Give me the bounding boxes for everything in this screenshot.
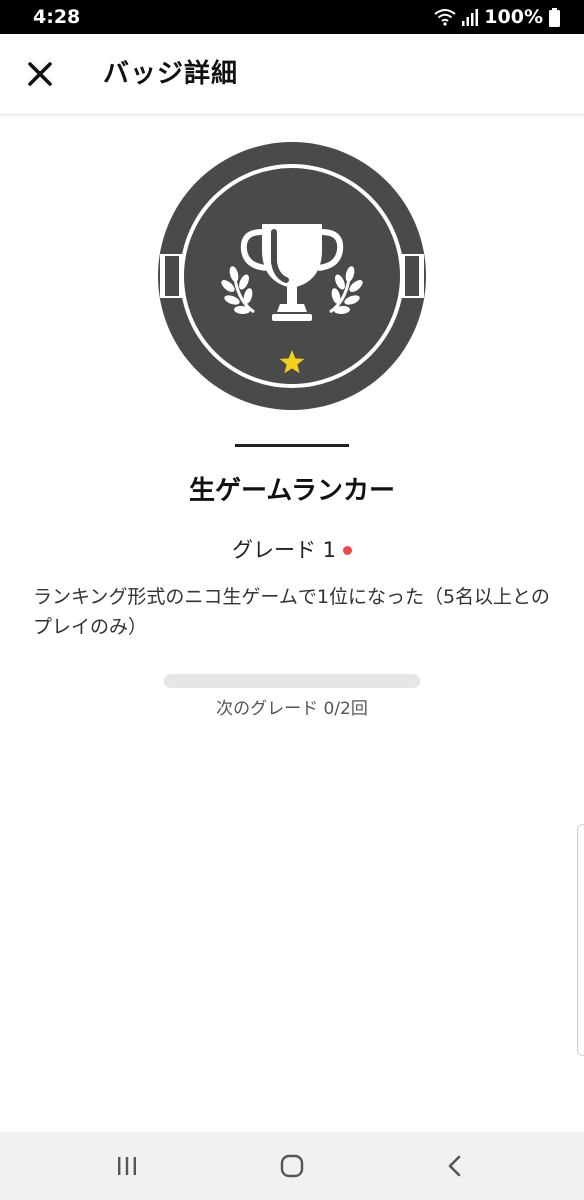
navigation-bar bbox=[0, 1132, 584, 1200]
scroll-handle[interactable] bbox=[577, 824, 584, 1056]
grade-label: グレード 1 bbox=[231, 538, 337, 562]
status-time: 4:28 bbox=[33, 6, 81, 28]
status-icons: 100% bbox=[434, 6, 560, 28]
badge-description: ランキング形式のニコ生ゲームで1位になった（5名以上とのプレイのみ） bbox=[33, 586, 550, 638]
grade-progress-label: 次のグレード 0/2回 bbox=[216, 699, 368, 719]
home-icon bbox=[280, 1154, 304, 1178]
badge-name: 生ゲームランカー bbox=[189, 476, 395, 506]
back-button[interactable] bbox=[415, 1132, 495, 1200]
recent-apps-icon bbox=[118, 1157, 136, 1175]
signal-icon bbox=[462, 9, 479, 26]
back-icon bbox=[448, 1155, 461, 1177]
battery-icon bbox=[549, 7, 560, 27]
divider bbox=[235, 444, 349, 447]
close-icon bbox=[28, 62, 52, 86]
grade-indicator-dot bbox=[343, 545, 353, 555]
badge-emblem bbox=[158, 142, 426, 410]
battery-percent: 100% bbox=[484, 6, 543, 28]
close-button[interactable] bbox=[18, 52, 62, 96]
grade-row: グレード 1 bbox=[0, 534, 584, 564]
status-bar: 4:28 100% bbox=[0, 0, 584, 34]
app-bar: バッジ詳細 bbox=[0, 34, 584, 115]
grade-progress-bar bbox=[164, 674, 420, 688]
home-button[interactable] bbox=[252, 1132, 332, 1200]
wifi-icon bbox=[434, 9, 456, 26]
page-title: バッジ詳細 bbox=[103, 59, 239, 89]
recent-apps-button[interactable] bbox=[87, 1132, 167, 1200]
